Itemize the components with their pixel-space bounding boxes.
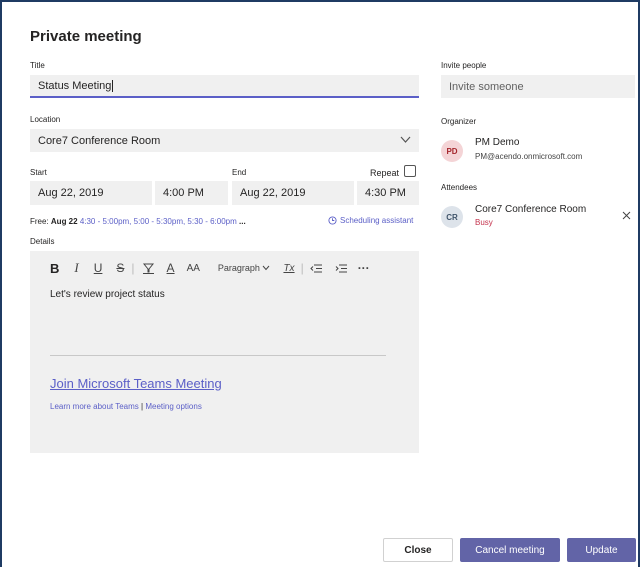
end-label: End [232, 168, 247, 177]
title-input-value: Status Meeting [38, 79, 112, 92]
start-date-value: Aug 22, 2019 [38, 187, 104, 199]
attendee-status: Busy [475, 218, 493, 227]
paragraph-dropdown[interactable]: Paragraph [218, 263, 271, 273]
decrease-indent-icon[interactable] [309, 263, 323, 274]
end-time-field[interactable]: 4:30 PM [357, 181, 419, 205]
location-dropdown[interactable]: Core7 Conference Room [30, 129, 419, 152]
details-label: Details [30, 237, 55, 246]
increase-indent-icon[interactable] [335, 263, 348, 274]
end-time-value: 4:30 PM [365, 187, 406, 199]
repeat-checkbox[interactable] [404, 165, 416, 177]
font-color-button[interactable]: A [167, 261, 175, 275]
underline-button[interactable]: U [94, 261, 103, 275]
meeting-options-link[interactable]: Meeting options [145, 402, 201, 411]
free-availability: Free: Aug 22 4:30 - 5:00pm, 5:00 - 5:30p… [30, 217, 246, 226]
link-separator: | [141, 402, 144, 411]
meeting-links: Learn more about Teams | Meeting options [50, 402, 202, 411]
clear-formatting-button[interactable]: Tx [283, 263, 294, 274]
paragraph-label: Paragraph [217, 263, 260, 273]
start-date-field[interactable]: Aug 22, 2019 [30, 181, 152, 205]
organizer-name: PM Demo [475, 137, 520, 148]
scheduling-assistant-link[interactable]: Scheduling assistant [328, 216, 413, 225]
free-prefix: Free: [30, 217, 49, 226]
editor-toolbar: B I U S | A AA Paragraph Tx | ··· [50, 260, 370, 276]
organizer-avatar: PD [441, 140, 463, 162]
scheduling-assistant-label: Scheduling assistant [340, 216, 414, 225]
end-date-field[interactable]: Aug 22, 2019 [232, 181, 354, 205]
free-more[interactable]: ... [239, 217, 246, 226]
details-editor[interactable]: B I U S | A AA Paragraph Tx | ··· Let's … [30, 251, 419, 453]
attendees-label: Attendees [441, 183, 478, 192]
strikethrough-button[interactable]: S [116, 261, 124, 275]
invite-placeholder: Invite someone [449, 80, 524, 93]
bold-button[interactable]: B [50, 261, 59, 276]
organizer-email: PM@acendo.onmicrosoft.com [475, 152, 583, 161]
free-date: Aug 22 [50, 217, 78, 226]
attendee-item: CR Core7 Conference Room Busy [441, 204, 635, 232]
dialog-title: Private meeting [30, 28, 142, 45]
title-label: Title [30, 61, 45, 70]
highlighter-icon[interactable] [142, 262, 155, 274]
title-input[interactable]: Status Meeting [30, 75, 419, 98]
location-value: Core7 Conference Room [38, 134, 161, 147]
start-time-field[interactable]: 4:00 PM [155, 181, 228, 205]
end-date-value: Aug 22, 2019 [240, 187, 306, 199]
start-label: Start [30, 168, 47, 177]
organizer-label: Organizer [441, 117, 477, 126]
text-cursor [112, 79, 114, 92]
editor-divider [50, 355, 386, 356]
italic-button[interactable]: I [74, 260, 78, 276]
join-teams-meeting-link[interactable]: Join Microsoft Teams Meeting [50, 376, 222, 391]
font-size-button[interactable]: AA [187, 263, 200, 274]
attendee-avatar: CR [441, 206, 463, 228]
invite-label: Invite people [441, 61, 487, 70]
attendee-name: Core7 Conference Room [475, 204, 587, 215]
cancel-meeting-button[interactable]: Cancel meeting [460, 538, 560, 562]
toolbar-divider: | [300, 261, 304, 275]
chevron-down-icon [400, 136, 411, 143]
repeat-label: Repeat [370, 168, 400, 178]
learn-more-link[interactable]: Learn more about Teams [50, 402, 139, 411]
editor-body-text: Let's review project status [50, 289, 165, 300]
clock-icon [328, 216, 337, 225]
close-icon[interactable] [622, 211, 631, 220]
chevron-down-icon [263, 265, 270, 271]
location-label: Location [30, 115, 61, 124]
toolbar-divider: | [131, 261, 135, 275]
free-slots[interactable]: 4:30 - 5:00pm, 5:00 - 5:30pm, 5:30 - 6:0… [80, 217, 237, 226]
update-button[interactable]: Update [567, 538, 636, 562]
close-button[interactable]: Close [383, 538, 453, 562]
invite-input[interactable]: Invite someone [441, 75, 635, 98]
start-time-value: 4:00 PM [163, 187, 204, 199]
more-options-button[interactable]: ··· [358, 261, 370, 275]
